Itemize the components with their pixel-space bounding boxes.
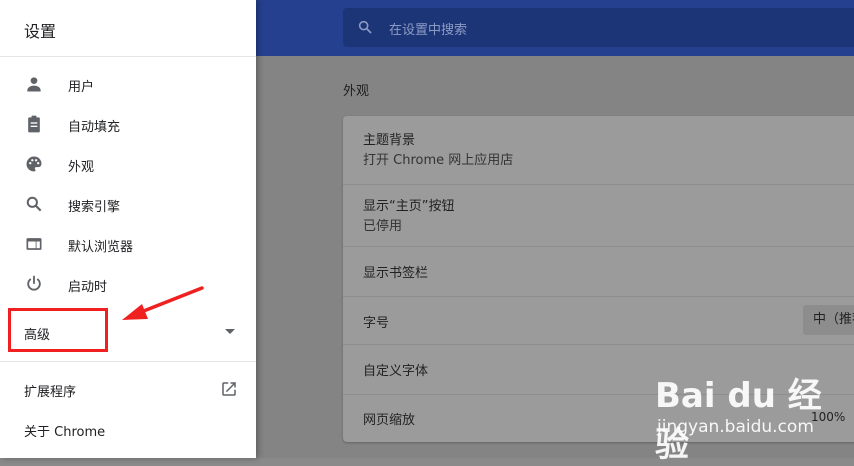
row-subtitle: 已停用 [363, 219, 403, 234]
palette-icon [26, 156, 42, 172]
sidebar-item-search-engine[interactable]: 搜索引擎 [0, 184, 256, 224]
sidebar-item-label: 自动填充 [68, 120, 121, 135]
sidebar-item-label: 用户 [68, 80, 95, 95]
settings-drawer: 设置 用户 自动填充 外观 搜索引擎 默认浏览器 启动时 高级 扩展程序 关于 … [0, 0, 256, 458]
sidebar-item-people[interactable]: 用户 [0, 64, 256, 104]
row-bookmarks-bar[interactable]: 显示书签栏 [343, 246, 854, 297]
sidebar-item-default-browser[interactable]: 默认浏览器 [0, 224, 256, 264]
row-font-size: 字号 中（推荐） [343, 296, 854, 345]
row-title: 显示“主页”按钮 [363, 199, 455, 214]
watermark: Bai du 经验 jingyan.baidu.com [655, 362, 845, 465]
divider [0, 56, 256, 57]
power-icon [27, 275, 41, 291]
drawer-title: 设置 [24, 22, 57, 41]
row-title: 主题背景 [363, 133, 416, 148]
font-size-select[interactable]: 中（推荐） [803, 305, 854, 335]
row-subtitle: 打开 Chrome 网上应用店 [363, 153, 514, 168]
row-title: 字号 [363, 316, 390, 331]
sidebar-item-label: 关于 Chrome [24, 425, 106, 440]
row-title: 网页缩放 [363, 413, 416, 428]
annotation-highlight-box [8, 308, 108, 352]
sidebar-item-label: 启动时 [68, 280, 108, 295]
row-title: 显示书签栏 [363, 266, 429, 281]
sidebar-item-autofill[interactable]: 自动填充 [0, 104, 256, 144]
sidebar-item-about-chrome[interactable]: 关于 Chrome [0, 409, 256, 449]
person-icon [27, 77, 41, 92]
search-icon [358, 20, 372, 34]
browser-icon [26, 238, 42, 250]
watermark-url: jingyan.baidu.com [657, 417, 814, 437]
sidebar-item-extensions[interactable]: 扩展程序 [0, 369, 256, 409]
section-title: 外观 [343, 84, 370, 99]
sidebar-item-label: 默认浏览器 [68, 240, 134, 255]
divider [0, 361, 256, 362]
clipboard-icon [28, 115, 40, 133]
row-home-button[interactable]: 显示“主页”按钮 已停用 [343, 184, 854, 247]
row-title: 自定义字体 [363, 364, 429, 379]
sidebar-item-label: 外观 [68, 160, 95, 175]
search-box[interactable]: 在设置中搜索 [343, 8, 854, 47]
annotation-arrow [122, 286, 204, 320]
sidebar-item-label: 搜索引擎 [68, 200, 121, 215]
sidebar-item-appearance[interactable]: 外观 [0, 144, 256, 184]
search-icon [26, 196, 42, 212]
sidebar-item-label: 扩展程序 [24, 385, 77, 400]
row-theme[interactable]: 主题背景 打开 Chrome 网上应用店 [343, 116, 854, 184]
open-in-new-icon [222, 382, 236, 396]
search-input[interactable]: 在设置中搜索 [389, 19, 467, 38]
chevron-down-icon [225, 329, 235, 334]
